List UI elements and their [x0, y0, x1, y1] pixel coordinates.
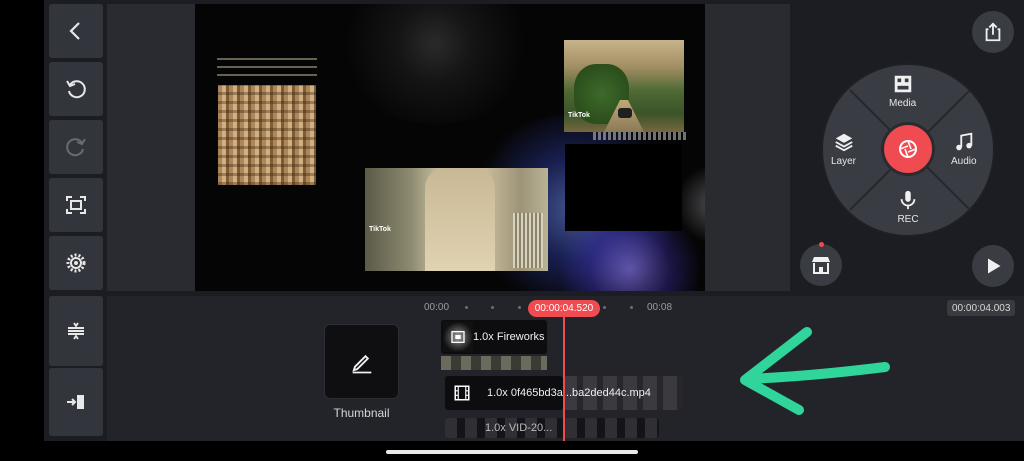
timeline-tick — [518, 306, 521, 309]
track-label: 1.0x 0f465bd3a...ba2ded44c.mp4 — [487, 387, 651, 399]
crowd-photo-clip[interactable] — [218, 85, 316, 185]
music-note-icon — [955, 132, 973, 151]
redo-icon — [66, 138, 86, 157]
record-button[interactable] — [881, 122, 935, 176]
timeline-clip-vid[interactable]: 1.0x VID-20... — [445, 418, 659, 438]
go-to-start-icon — [67, 395, 84, 409]
audio-button[interactable]: Audio — [951, 131, 977, 167]
rec-voice-button[interactable]: REC — [897, 189, 919, 225]
film-icon — [894, 75, 911, 93]
redo-button[interactable] — [49, 120, 103, 174]
layers-icon — [834, 133, 853, 152]
layer-split-button[interactable] — [49, 296, 103, 366]
media-label: Media — [889, 98, 917, 109]
film-strip-icon — [454, 385, 470, 401]
thumbnail-button[interactable] — [324, 324, 399, 399]
playhead-time[interactable]: 00:00:04.520 — [528, 300, 600, 317]
audio-label: Audio — [951, 156, 977, 167]
split-layers-icon — [68, 322, 84, 340]
timeline-tick — [491, 306, 494, 309]
track-label: 1.0x Fireworks f — [473, 331, 547, 343]
pencil-icon — [351, 354, 371, 373]
go-to-start-button[interactable] — [49, 368, 103, 436]
store-icon — [812, 257, 830, 274]
playhead-line[interactable] — [563, 316, 565, 441]
media-button[interactable]: Media — [889, 73, 916, 109]
overlay-caption — [217, 52, 317, 82]
timeline-clip-fireworks[interactable]: 1.0x Fireworks f — [441, 320, 547, 354]
layer-button[interactable]: Layer — [831, 131, 856, 167]
media-wheel: Media Layer Audio REC — [821, 63, 995, 237]
fullscreen-button[interactable] — [49, 178, 103, 232]
asset-store-button[interactable] — [800, 242, 842, 286]
fullscreen-icon — [66, 196, 86, 214]
timeline-mark-time: 00:08 — [647, 302, 673, 313]
notification-dot — [819, 242, 824, 247]
thumbnail-label: Thumbnail — [333, 406, 390, 420]
video-preview[interactable]: TikTok TikTok — [195, 4, 705, 291]
back-button[interactable] — [49, 4, 103, 58]
share-button[interactable] — [972, 11, 1014, 53]
undo-icon — [66, 80, 86, 99]
layer-label: Layer — [831, 156, 857, 167]
track-label: 1.0x VID-20... — [485, 422, 553, 434]
play-button[interactable] — [972, 245, 1014, 287]
share-icon — [985, 22, 1001, 42]
dark-overlay-clip[interactable] — [565, 144, 682, 231]
timeline-tick — [630, 306, 633, 309]
road-landscape-clip[interactable]: TikTok — [564, 40, 684, 132]
road-clip-caption — [593, 132, 687, 140]
microphone-icon — [900, 190, 916, 210]
timeline-start-time: 00:00 — [424, 302, 450, 313]
undo-button[interactable] — [49, 62, 103, 116]
timeline-tick — [603, 306, 606, 309]
tiktok-watermark: TikTok — [568, 112, 590, 119]
gear-icon — [66, 253, 86, 273]
total-duration: 00:00:04.003 — [947, 300, 1016, 316]
camera-shutter-icon — [899, 140, 917, 158]
play-icon — [988, 258, 1001, 274]
annotation-arrow — [740, 327, 890, 415]
clip-type-icon — [451, 331, 465, 343]
tiktok-watermark: TikTok — [369, 226, 391, 233]
home-indicator[interactable] — [386, 450, 638, 454]
portrait-clip[interactable]: TikTok — [365, 168, 548, 271]
timeline-tick — [465, 306, 468, 309]
back-arrow-icon — [69, 22, 80, 40]
clip-strip — [441, 356, 547, 370]
rec-label: REC — [897, 214, 919, 225]
fireworks-burst — [335, 4, 535, 124]
settings-button[interactable] — [49, 236, 103, 290]
